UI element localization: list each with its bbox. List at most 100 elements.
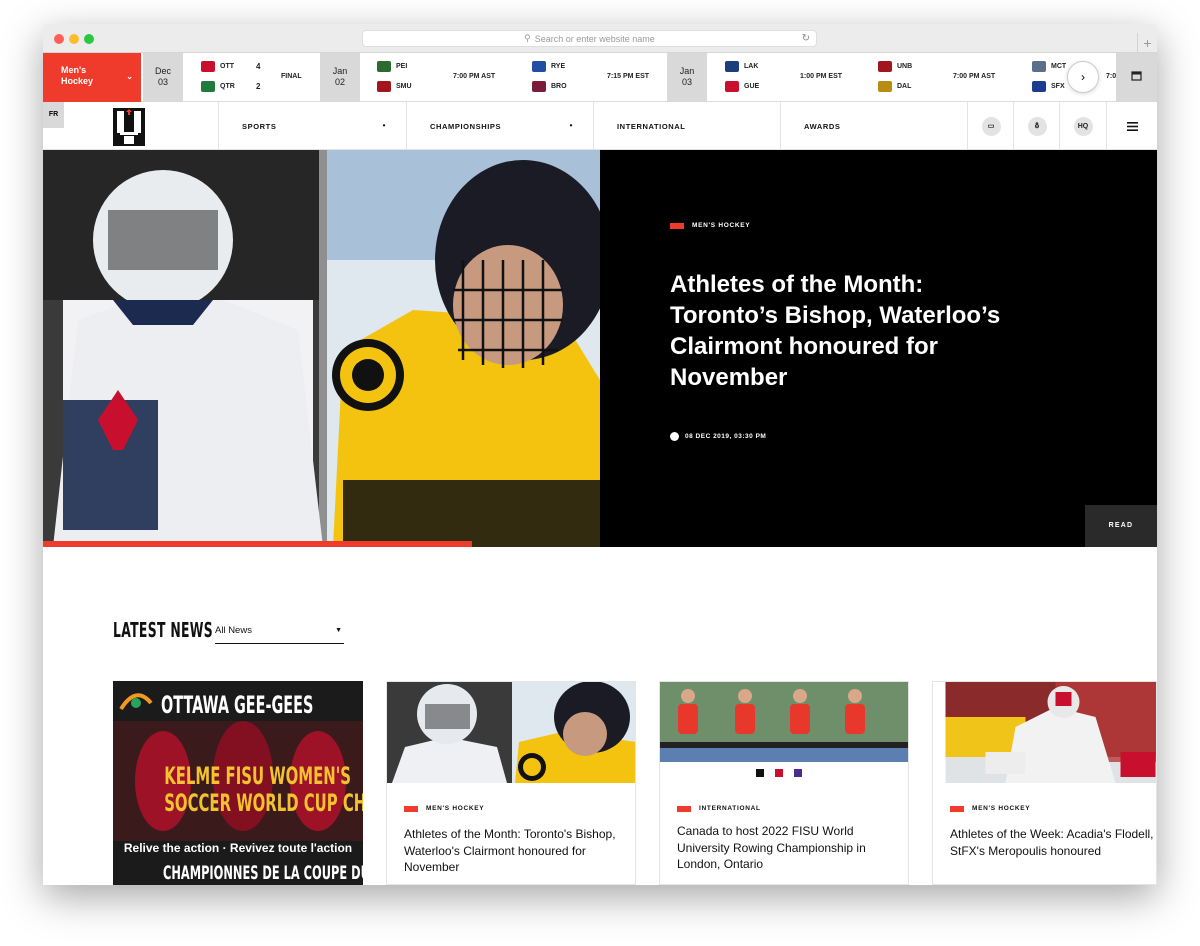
team-logo-icon bbox=[377, 81, 391, 92]
news-card[interactable]: MEN'S HOCKEY Athletes of the Week: Acadi… bbox=[932, 681, 1157, 885]
team-logo-icon bbox=[201, 61, 215, 72]
game-status: 1:00 PM EST bbox=[800, 73, 843, 80]
scoreboard: Men's Hockey ⌄ Dec 03 OTT QTR 4 2 FINAL … bbox=[43, 53, 1157, 102]
team-logo-icon bbox=[725, 81, 739, 92]
team-name: DAL bbox=[897, 83, 912, 90]
hq-icon: HQ bbox=[1073, 116, 1093, 136]
promo-headline-line: KELME FISU WOMEN'S bbox=[164, 762, 351, 790]
news-card[interactable]: INTERNATIONAL Canada to host 2022 FISU W… bbox=[659, 681, 909, 885]
cart-icon: ⛢ bbox=[1027, 116, 1047, 136]
team-logo-icon bbox=[377, 61, 391, 72]
main-nav: FR SPORTS • CHAMPIONSHIPS • INTERNATIONAL … bbox=[43, 102, 1157, 150]
date-day: 02 bbox=[334, 77, 345, 87]
news-card[interactable]: MEN'S HOCKEY Athletes of the Month: Toro… bbox=[386, 681, 636, 885]
address-bar[interactable]: ⚲ Search or enter website name ↻ bbox=[362, 30, 817, 47]
news-card-category: MEN'S HOCKEY bbox=[404, 805, 484, 812]
team-name: QTR bbox=[220, 83, 235, 90]
hamburger-icon bbox=[1126, 121, 1138, 131]
category-label: MEN'S HOCKEY bbox=[692, 222, 751, 229]
caret-down-icon: ▼ bbox=[335, 627, 342, 634]
hero-title[interactable]: Athletes of the Month: Toronto’s Bishop,… bbox=[670, 269, 1010, 393]
shop-button[interactable]: ⛢ bbox=[1013, 102, 1060, 150]
nav-sports[interactable]: SPORTS • bbox=[218, 102, 406, 150]
hero-date: 08 DEC 2019, 03:30 PM bbox=[670, 432, 766, 441]
game-status: 7:15 PM EST bbox=[607, 73, 650, 80]
promo-bottom-text: CHAMPIONNES DE LA COUPE DU MONDE bbox=[163, 862, 363, 884]
menu-button[interactable] bbox=[1106, 102, 1157, 150]
news-card-image bbox=[945, 682, 1156, 783]
hero-category: MEN'S HOCKEY bbox=[670, 222, 750, 229]
category-marker bbox=[670, 222, 684, 229]
nav-international[interactable]: INTERNATIONAL bbox=[593, 102, 780, 150]
maximize-window-button[interactable] bbox=[84, 34, 94, 44]
fisu-logo bbox=[119, 693, 153, 711]
language-toggle[interactable]: FR bbox=[43, 102, 64, 128]
calendar-button[interactable] bbox=[1116, 53, 1157, 102]
address-placeholder: Search or enter website name bbox=[534, 33, 655, 44]
game-status: FINAL bbox=[281, 73, 302, 80]
dropdown-dot-icon: • bbox=[382, 121, 386, 130]
hero-progress-bar bbox=[43, 541, 472, 547]
tv-button[interactable]: ▭ bbox=[967, 102, 1014, 150]
news-card-image bbox=[387, 682, 635, 783]
chevron-down-icon: ⌄ bbox=[126, 72, 133, 81]
date-cell: Dec 03 bbox=[143, 53, 183, 102]
team-name: BRO bbox=[551, 83, 567, 90]
nav-label: INTERNATIONAL bbox=[617, 122, 686, 131]
news-card-category: MEN'S HOCKEY bbox=[950, 805, 1030, 812]
team-name: GUE bbox=[744, 83, 760, 90]
category-label: INTERNATIONAL bbox=[699, 805, 761, 812]
promo-card[interactable]: OTTAWA GEE-GEES KELME FISU WOMEN'S SOCCE… bbox=[113, 681, 363, 885]
team-logo-icon bbox=[532, 61, 546, 72]
team-name: SFX bbox=[1051, 83, 1065, 90]
nav-awards[interactable]: AWARDS bbox=[780, 102, 967, 150]
nav-label: AWARDS bbox=[804, 122, 841, 131]
latest-news-heading: LATEST NEWS bbox=[113, 618, 214, 642]
usports-logo[interactable] bbox=[113, 108, 145, 146]
promo-headline-line: SOCCER WORLD CUP CHAMPS bbox=[164, 789, 363, 817]
team-logo-icon bbox=[725, 61, 739, 72]
category-marker bbox=[950, 805, 964, 812]
clock-icon bbox=[670, 432, 679, 441]
category-marker bbox=[404, 805, 418, 812]
promo-top-text: OTTAWA GEE-GEES bbox=[161, 691, 314, 719]
hq-button[interactable]: HQ bbox=[1059, 102, 1106, 150]
hero-banner[interactable]: MEN'S HOCKEY Athletes of the Month: Toro… bbox=[43, 150, 1157, 547]
nav-championships[interactable]: CHAMPIONSHIPS • bbox=[406, 102, 593, 150]
date-cell: Jan 03 bbox=[667, 53, 707, 102]
team-name: PEI bbox=[396, 63, 408, 70]
news-card-title[interactable]: Athletes of the Week: Acadia's Flodell, … bbox=[950, 826, 1155, 859]
search-icon: ⚲ bbox=[524, 33, 531, 43]
date-month: Jan bbox=[679, 66, 695, 76]
dropdown-dot-icon: • bbox=[569, 121, 573, 130]
scoreboard-next-button[interactable]: › bbox=[1067, 61, 1099, 93]
date-label: 08 DEC 2019, 03:30 PM bbox=[685, 433, 767, 440]
promo-subtitle: Relive the action · Revivez toute l'acti… bbox=[123, 841, 353, 855]
sport-selector[interactable]: Men's Hockey ⌄ bbox=[43, 53, 141, 102]
promo-headline: KELME FISU WOMEN'S SOCCER WORLD CUP CHAM… bbox=[119, 762, 363, 817]
news-card-title[interactable]: Athletes of the Month: Toronto's Bishop,… bbox=[404, 826, 622, 876]
game-status: 7:00 PM AST bbox=[453, 73, 496, 80]
team-logo-icon bbox=[1032, 81, 1046, 92]
date-day: 03 bbox=[681, 77, 692, 87]
team-name: UNB bbox=[897, 63, 913, 70]
news-card-title[interactable]: Canada to host 2022 FISU World Universit… bbox=[677, 823, 895, 873]
calendar-icon bbox=[1131, 71, 1142, 81]
team-logo-icon bbox=[1032, 61, 1046, 72]
minimize-window-button[interactable] bbox=[69, 34, 79, 44]
new-tab-button[interactable]: + bbox=[1137, 33, 1157, 53]
category-label: MEN'S HOCKEY bbox=[426, 805, 485, 812]
team-name: SMU bbox=[396, 83, 412, 90]
reload-icon[interactable]: ↻ bbox=[802, 33, 810, 44]
browser-window: ⚲ Search or enter website name ↻ + Men's… bbox=[43, 24, 1157, 885]
team-score: 2 bbox=[256, 82, 261, 91]
date-month: Dec bbox=[154, 66, 171, 76]
close-window-button[interactable] bbox=[54, 34, 64, 44]
chevron-right-icon: › bbox=[1081, 70, 1085, 84]
category-marker bbox=[677, 805, 691, 812]
nav-label: SPORTS bbox=[242, 122, 277, 131]
news-filter-select[interactable]: All News ▼ bbox=[215, 623, 344, 644]
game-status: 7:00 PM AST bbox=[953, 73, 996, 80]
read-button[interactable]: READ bbox=[1085, 505, 1157, 547]
news-card-category: INTERNATIONAL bbox=[677, 805, 761, 812]
